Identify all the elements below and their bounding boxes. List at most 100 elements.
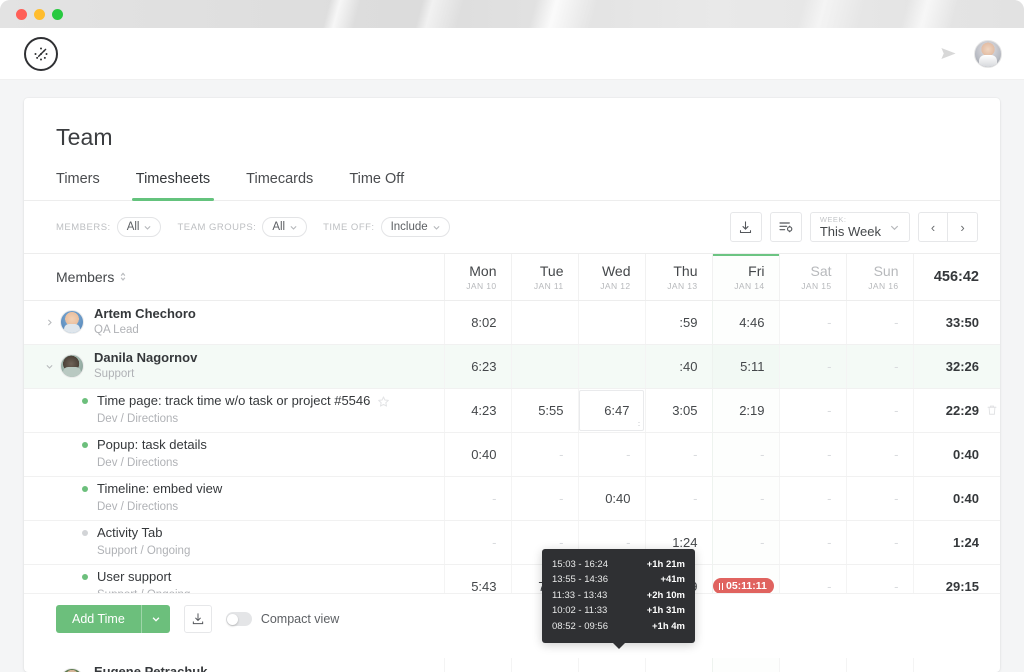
time-cell[interactable] xyxy=(578,300,645,344)
time-cell[interactable]: - xyxy=(712,432,779,476)
time-cell[interactable]: 2:19 xyxy=(712,388,779,432)
minimize-button[interactable] xyxy=(34,9,45,20)
status-dot xyxy=(82,398,88,404)
time-cell[interactable]: - xyxy=(846,520,913,564)
time-cell[interactable]: - xyxy=(846,344,913,388)
sort-icon xyxy=(119,271,127,282)
compact-view-toggle[interactable]: Compact view xyxy=(226,612,340,626)
tab-time-off[interactable]: Time Off xyxy=(349,171,404,200)
time-cell[interactable]: - xyxy=(712,476,779,520)
time-cell[interactable]: - xyxy=(846,388,913,432)
time-cell[interactable]: - xyxy=(444,476,511,520)
table-row[interactable]: Popup: task details Dev / Directions 0:4… xyxy=(24,432,1000,476)
filter-team-groups-select[interactable]: All xyxy=(262,217,307,237)
trash-icon[interactable] xyxy=(986,404,998,416)
prev-week-button[interactable]: ‹ xyxy=(918,212,948,242)
members-column-header[interactable]: Members xyxy=(24,254,444,300)
stopwatch-logo-icon[interactable] xyxy=(24,37,58,71)
member-cell[interactable]: Danila Nagornov Support xyxy=(24,344,444,388)
time-cell[interactable]: 4:23 xyxy=(444,388,511,432)
filter-time-off-select[interactable]: Include xyxy=(381,217,450,237)
time-cell[interactable]: 6:42 xyxy=(645,658,712,672)
time-cell[interactable]: - xyxy=(444,520,511,564)
member-cell[interactable]: Artem Chechoro QA Lead xyxy=(24,300,444,344)
time-cell[interactable]: - xyxy=(712,520,779,564)
avatar[interactable] xyxy=(974,40,1002,68)
time-cell[interactable]: - xyxy=(846,432,913,476)
week-selector[interactable]: WEEK: This Week xyxy=(810,212,910,242)
time-cell[interactable]: 0:40 xyxy=(578,476,645,520)
close-button[interactable] xyxy=(16,9,27,20)
time-cell[interactable]: 8:02 xyxy=(444,300,511,344)
chevron-down-icon[interactable] xyxy=(38,362,60,371)
table-row[interactable]: Artem Chechoro QA Lead 8:02 :59 4:46 - - xyxy=(24,300,1000,344)
time-cell[interactable] xyxy=(511,344,578,388)
time-cell[interactable]: 5:11 xyxy=(712,344,779,388)
tooltip-range: 11:33 - 13:43 xyxy=(552,588,607,603)
maximize-button[interactable] xyxy=(52,9,63,20)
time-cell[interactable]: - xyxy=(645,432,712,476)
time-cell[interactable]: - xyxy=(779,388,846,432)
time-cell[interactable]: - xyxy=(846,300,913,344)
time-cell[interactable]: - xyxy=(511,476,578,520)
next-week-button[interactable]: › xyxy=(948,212,978,242)
time-cell[interactable]: - xyxy=(645,476,712,520)
running-timer-badge[interactable]: 05:11:11 xyxy=(713,578,774,594)
time-cell[interactable]: - xyxy=(779,658,846,672)
row-total-value: 22:29 xyxy=(946,403,979,418)
task-cell[interactable]: Popup: task details Dev / Directions xyxy=(24,432,444,476)
time-cell[interactable] xyxy=(578,344,645,388)
row-total: 22:29 xyxy=(913,388,1000,432)
member-cell[interactable]: Eugene Petrachuk Product Marketing xyxy=(24,658,444,672)
table-row[interactable]: Activity Tab Support / Ongoing - - - 1:2… xyxy=(24,520,1000,564)
time-cell[interactable]: 4:46 xyxy=(712,300,779,344)
table-row[interactable]: Time page: track time w/o task or projec… xyxy=(24,388,1000,432)
table-row[interactable]: Eugene Petrachuk Product Marketing 6:20 … xyxy=(24,658,1000,672)
time-cell[interactable]: - xyxy=(779,520,846,564)
table-row[interactable]: Danila Nagornov Support 6:23 :40 5:11 - … xyxy=(24,344,1000,388)
download-icon[interactable] xyxy=(184,605,212,633)
time-cell[interactable]: 6:41 xyxy=(511,658,578,672)
time-cell[interactable]: 3:05 xyxy=(645,388,712,432)
task-cell[interactable]: Activity Tab Support / Ongoing xyxy=(24,520,444,564)
filter-time-off: TIME OFF: Include xyxy=(323,217,450,237)
chevron-down-icon[interactable] xyxy=(142,605,170,633)
time-cell[interactable]: - xyxy=(779,432,846,476)
compact-view-label: Compact view xyxy=(261,612,340,626)
filter-settings-icon[interactable] xyxy=(770,212,802,242)
time-cell[interactable]: 5:55 xyxy=(511,388,578,432)
tab-timers[interactable]: Timers xyxy=(56,171,100,200)
task-cell[interactable]: Timeline: embed view Dev / Directions xyxy=(24,476,444,520)
time-cell[interactable]: :40 xyxy=(645,344,712,388)
time-cell[interactable]: :59 xyxy=(645,300,712,344)
time-cell[interactable]: 6:20 xyxy=(444,658,511,672)
toggle-switch[interactable] xyxy=(226,612,252,626)
time-cell[interactable]: - xyxy=(578,432,645,476)
table-row[interactable]: Timeline: embed view Dev / Directions - … xyxy=(24,476,1000,520)
row-total: 0:40 xyxy=(913,432,1000,476)
resize-handle[interactable]: :: xyxy=(638,421,640,428)
time-cell[interactable]: 6:23 xyxy=(444,344,511,388)
time-cell-selected[interactable]: 6:47 :: xyxy=(578,388,645,432)
download-icon[interactable] xyxy=(730,212,762,242)
time-cell[interactable]: 6:32 xyxy=(578,658,645,672)
time-cell[interactable]: - xyxy=(511,432,578,476)
time-cell[interactable]: 0:40 xyxy=(444,432,511,476)
day-date: JAN 13 xyxy=(646,281,698,291)
tab-timecards[interactable]: Timecards xyxy=(246,171,313,200)
time-cell[interactable]: - xyxy=(779,344,846,388)
filter-members-select[interactable]: All xyxy=(117,217,162,237)
tooltip-delta: +1h 4m xyxy=(652,619,685,634)
star-icon[interactable] xyxy=(377,395,390,408)
send-icon[interactable] xyxy=(939,44,958,63)
tab-timesheets[interactable]: Timesheets xyxy=(136,171,210,200)
time-cell[interactable]: - xyxy=(779,476,846,520)
chevron-right-icon[interactable] xyxy=(38,318,60,327)
time-cell[interactable]: - xyxy=(846,476,913,520)
add-time-button[interactable]: Add Time xyxy=(56,605,170,633)
time-cell[interactable]: - xyxy=(846,658,913,672)
time-cell[interactable]: 4:00 xyxy=(712,658,779,672)
time-cell[interactable] xyxy=(511,300,578,344)
time-cell[interactable]: - xyxy=(779,300,846,344)
task-cell[interactable]: Time page: track time w/o task or projec… xyxy=(24,388,444,432)
